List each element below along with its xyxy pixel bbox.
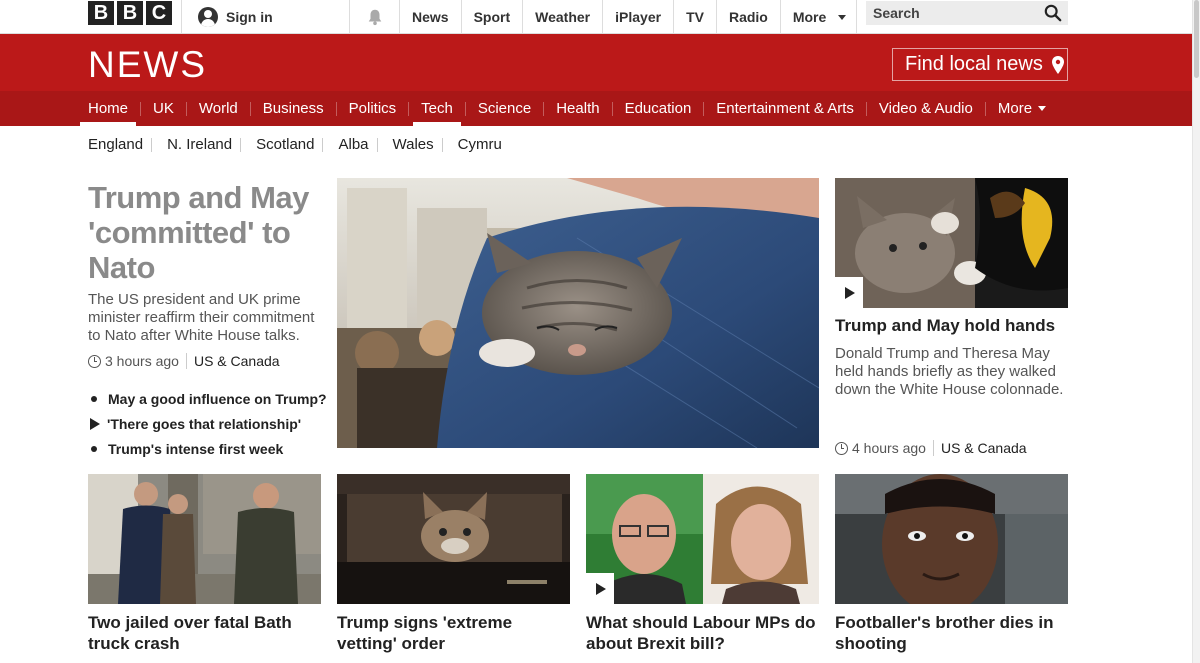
side-story-headline[interactable]: Trump and May hold hands: [835, 316, 1075, 336]
related-link-text: May a good influence on Trump?: [108, 390, 327, 407]
video-play-button[interactable]: [835, 277, 863, 308]
page-scrollbar[interactable]: [1192, 0, 1200, 663]
find-local-news-button[interactable]: Find local news: [892, 48, 1068, 81]
global-nav-iplayer[interactable]: iPlayer: [602, 0, 673, 33]
nav-world[interactable]: World: [185, 91, 246, 126]
related-link-text: 'There goes that relationship': [107, 415, 302, 432]
news-logo[interactable]: NEWS: [88, 44, 207, 86]
related-link[interactable]: May a good influence on Trump?: [88, 386, 327, 411]
side-story-image[interactable]: [835, 178, 1068, 308]
nav-video-audio[interactable]: Video & Audio: [865, 91, 981, 126]
location-pin-icon: [1051, 55, 1064, 74]
user-icon: [198, 6, 218, 27]
scrollbar-thumb[interactable]: [1194, 0, 1199, 78]
notifications-button[interactable]: [349, 0, 399, 33]
story-card-headline[interactable]: Two jailed over fatal Bath truck crash: [88, 612, 320, 654]
story-card-headline[interactable]: Trump signs 'extreme vetting' order: [337, 612, 569, 654]
meta-divider: [932, 440, 934, 456]
bbc-logo-letter: B: [88, 1, 114, 25]
nav-tech[interactable]: Tech: [408, 91, 461, 126]
story-card-image[interactable]: [88, 474, 321, 604]
search-icon[interactable]: [1044, 4, 1062, 22]
search-placeholder: Search: [873, 5, 920, 21]
news-masthead: NEWS Find local news: [0, 34, 1192, 91]
side-story-meta: 4 hours ago US & Canada: [835, 440, 1027, 456]
subnav-n-ireland[interactable]: N. Ireland: [151, 136, 240, 154]
play-icon: [90, 417, 100, 430]
lead-story-meta: 3 hours ago US & Canada: [88, 353, 280, 369]
play-icon: [845, 286, 855, 299]
uk-nations-nav: England N. Ireland Scotland Alba Wales C…: [80, 136, 518, 154]
nav-health[interactable]: Health: [543, 91, 607, 126]
global-nav-tv[interactable]: TV: [673, 0, 716, 33]
lead-story-time: 3 hours ago: [105, 353, 179, 369]
bbc-global-nav: News Sport Weather iPlayer TV Radio More: [399, 0, 858, 33]
lead-story-summary: The US president and UK prime minister r…: [88, 291, 315, 344]
bullet-icon: [91, 445, 97, 452]
bbc-logo-letter: C: [146, 1, 172, 25]
story-card-headline[interactable]: What should Labour MPs do about Brexit b…: [586, 612, 818, 654]
related-link-text: Trump's intense first week: [108, 440, 284, 457]
subnav-wales[interactable]: Wales: [376, 136, 442, 154]
related-link[interactable]: Trump's intense first week: [88, 436, 327, 461]
lead-story-headline[interactable]: Trump and May 'committed' to Nato: [88, 180, 318, 285]
nav-science[interactable]: Science: [464, 91, 539, 126]
clock-icon: [88, 354, 101, 368]
nav-entertainment-arts[interactable]: Entertainment & Arts: [703, 91, 862, 126]
play-icon: [596, 582, 606, 595]
related-links: May a good influence on Trump? 'There go…: [88, 386, 327, 461]
nav-business[interactable]: Business: [249, 91, 332, 126]
global-nav-radio[interactable]: Radio: [715, 0, 780, 33]
nav-home[interactable]: Home: [80, 91, 137, 126]
side-story-summary: Donald Trump and Theresa May held hands …: [835, 345, 1064, 398]
global-nav-more-label: More: [792, 8, 827, 25]
side-story-section-link[interactable]: US & Canada: [941, 440, 1027, 456]
global-nav-news[interactable]: News: [399, 0, 461, 33]
find-local-news-label: Find local news: [905, 53, 1043, 75]
sign-in-label: Sign in: [226, 8, 273, 25]
global-nav-weather[interactable]: Weather: [522, 0, 602, 33]
global-nav-sport[interactable]: Sport: [460, 0, 523, 33]
related-video-link[interactable]: 'There goes that relationship': [88, 411, 327, 436]
global-nav-more[interactable]: More: [779, 0, 858, 33]
video-play-button[interactable]: [586, 573, 614, 604]
nav-more-label: More: [997, 100, 1033, 117]
search-input[interactable]: Search: [866, 1, 1068, 25]
side-story-time: 4 hours ago: [852, 440, 926, 456]
nav-uk[interactable]: UK: [140, 91, 182, 126]
bell-icon: [368, 9, 381, 25]
bbc-logo[interactable]: B B C: [88, 1, 172, 25]
bullet-icon: [91, 395, 97, 402]
bbc-top-bar: B B C Sign in News Sport Weather iPlayer…: [0, 0, 1192, 34]
nav-education[interactable]: Education: [611, 91, 700, 126]
subnav-england[interactable]: England: [80, 136, 151, 154]
subnav-alba[interactable]: Alba: [322, 136, 376, 154]
chevron-down-icon: [838, 15, 847, 20]
story-card-image[interactable]: [586, 474, 819, 604]
sign-in-link[interactable]: Sign in: [181, 0, 349, 33]
subnav-scotland[interactable]: Scotland: [240, 136, 322, 154]
news-main-nav: Home UK World Business Politics Tech Sci…: [0, 91, 1192, 126]
bbc-logo-letter: B: [117, 1, 143, 25]
story-card-headline[interactable]: Footballer's brother dies in shooting: [835, 612, 1067, 654]
lead-story-image[interactable]: [337, 178, 819, 448]
chevron-down-icon: [1038, 106, 1047, 111]
nav-politics[interactable]: Politics: [335, 91, 405, 126]
nav-more[interactable]: More: [984, 91, 1054, 126]
clock-icon: [835, 441, 848, 455]
meta-divider: [185, 353, 187, 369]
subnav-cymru[interactable]: Cymru: [441, 136, 510, 154]
story-card-image[interactable]: [835, 474, 1068, 604]
lead-story-section-link[interactable]: US & Canada: [194, 353, 280, 369]
story-card-image[interactable]: [337, 474, 570, 604]
